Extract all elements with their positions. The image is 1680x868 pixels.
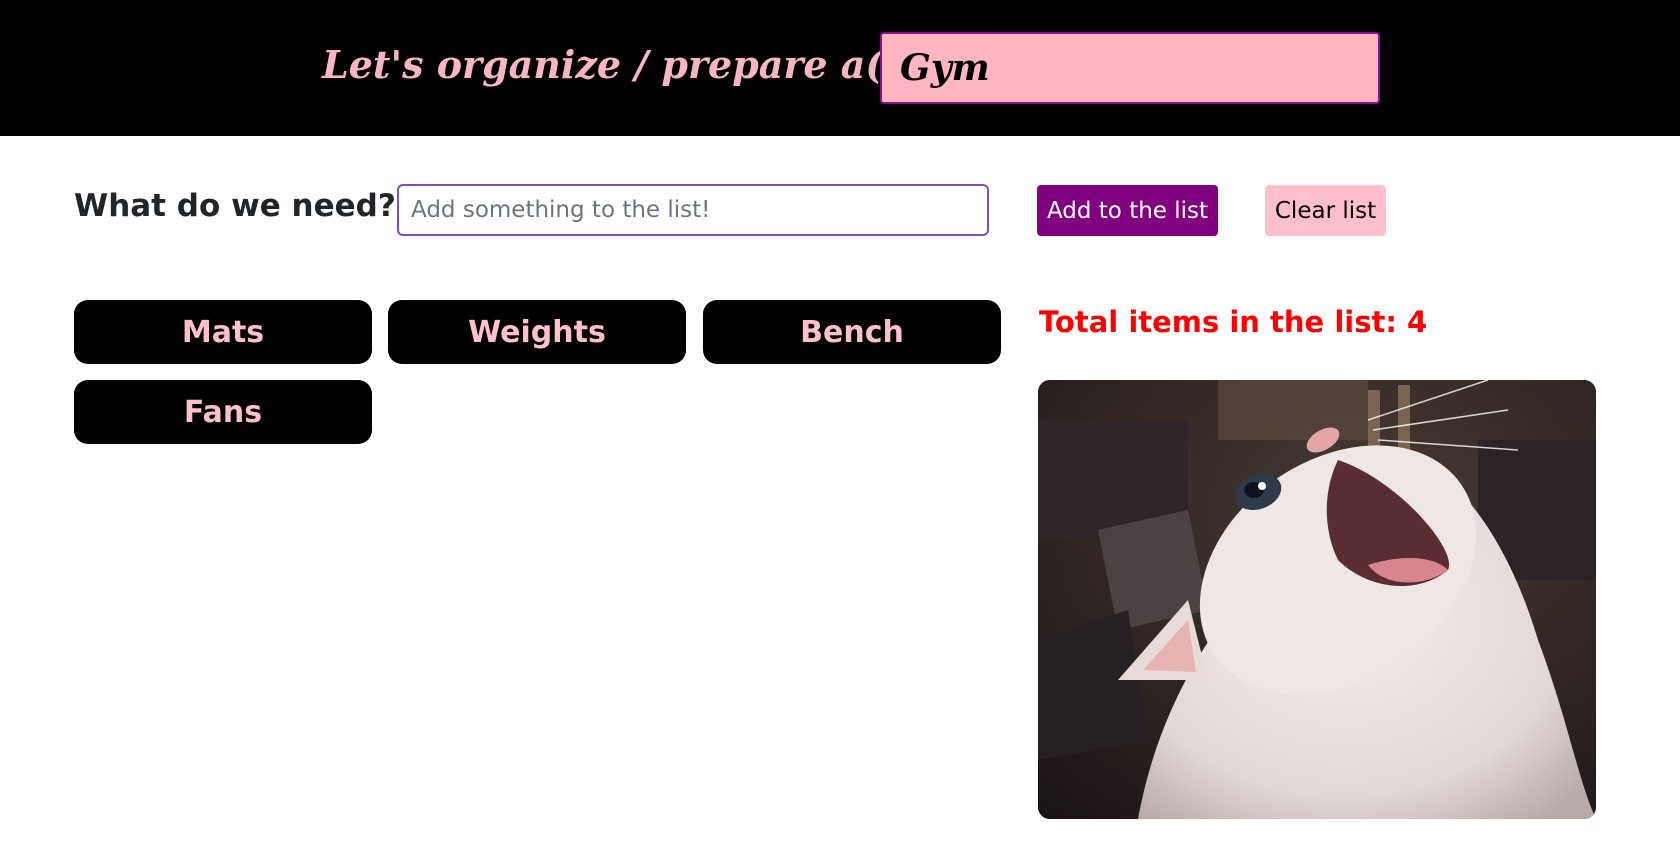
list-item[interactable]: Mats [74,300,372,364]
page-title: Let's organize / prepare a(n): [322,42,944,87]
header-bar: Let's organize / prepare a(n): [0,0,1680,136]
item-input[interactable] [397,184,989,236]
screaming-cat-image [1038,380,1596,819]
list-item[interactable]: Weights [388,300,686,364]
list-item[interactable]: Bench [703,300,1001,364]
total-items-count: Total items in the list: 4 [1039,305,1428,339]
add-to-list-button[interactable]: Add to the list [1037,185,1218,236]
clear-list-button[interactable]: Clear list [1265,185,1386,236]
list-item[interactable]: Fans [74,380,372,444]
event-name-input[interactable] [880,32,1380,104]
need-label: What do we need? [74,188,396,224]
